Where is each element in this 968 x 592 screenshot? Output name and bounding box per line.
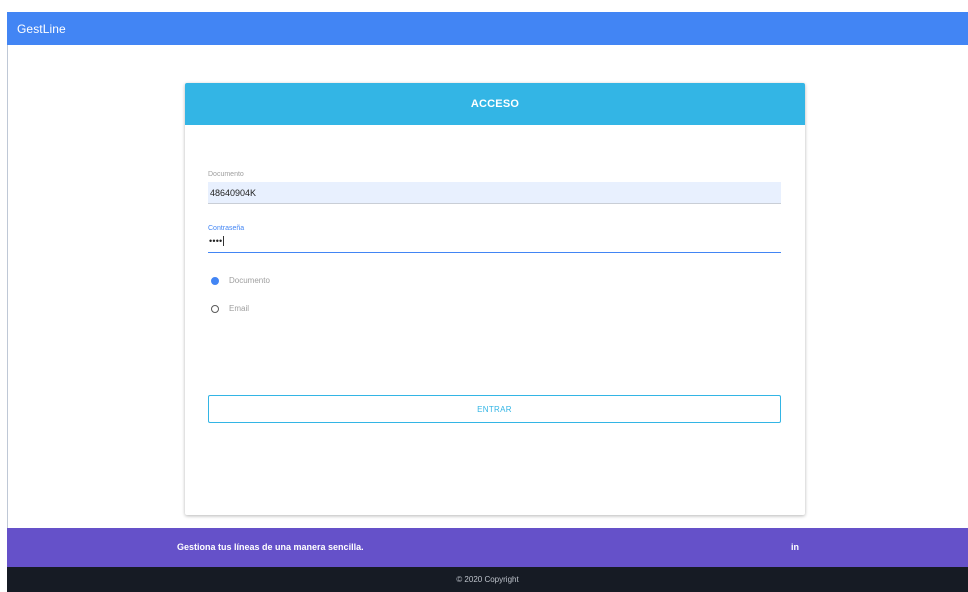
footer-tagline: Gestiona tus líneas de una manera sencil… — [177, 542, 364, 552]
login-screen: GestLine ACCESO Documento 48640904K Cont… — [0, 0, 968, 592]
password-value: •••• — [209, 236, 223, 246]
linkedin-icon[interactable]: in — [791, 542, 799, 552]
copyright-text: © 2020 Copyright — [456, 575, 519, 584]
document-value: 48640904K — [210, 188, 257, 198]
enter-button[interactable]: ENTRAR — [208, 395, 781, 423]
text-caret — [223, 236, 225, 246]
page-left-border — [7, 45, 8, 592]
top-navbar: GestLine — [7, 12, 968, 45]
footer: Gestiona tus líneas de una manera sencil… — [7, 528, 968, 567]
document-label: Documento — [208, 171, 244, 178]
login-title: ACCESO — [470, 98, 520, 110]
radio-selected-icon[interactable] — [211, 276, 219, 285]
password-field[interactable]: •••• — [208, 233, 781, 253]
document-field[interactable]: 48640904K — [208, 182, 781, 204]
login-card: ACCESO Documento 48640904K Contraseña ••… — [185, 83, 805, 515]
radio-option-email[interactable]: Email — [211, 304, 249, 313]
radio-option-documento[interactable]: Documento — [211, 276, 270, 285]
radio-unselected-icon[interactable] — [211, 304, 219, 313]
copyright-bar: © 2020 Copyright — [7, 567, 968, 592]
radio-label-documento: Documento — [229, 276, 270, 285]
password-label: Contraseña — [208, 225, 245, 232]
login-card-header: ACCESO — [185, 83, 805, 125]
brand-link[interactable]: GestLine — [17, 22, 66, 36]
radio-label-email: Email — [229, 304, 250, 313]
